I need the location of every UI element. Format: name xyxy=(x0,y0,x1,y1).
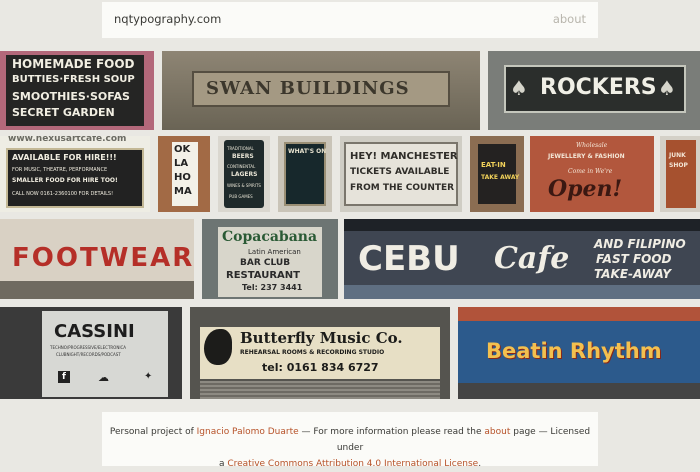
facebook-icon: f xyxy=(58,371,70,383)
photo-text: TECHNO/PROGRESSIVE/ELECTRONICA xyxy=(50,345,127,350)
photo-text: TRADITIONAL xyxy=(227,146,254,151)
photo-rockers[interactable]: ♠ ROCKERS ♠ xyxy=(488,51,700,130)
photo-text: Open! xyxy=(548,176,623,202)
photo-text: BAR CLUB xyxy=(240,258,291,268)
author-link[interactable]: Ignacio Palomo Duarte xyxy=(197,427,299,437)
photo-text: CEBU xyxy=(358,239,460,279)
footer-text: . xyxy=(478,459,482,469)
site-title-link[interactable]: nqtypography.com xyxy=(114,12,221,26)
photo-junk-shop[interactable]: JUNK SHOP xyxy=(660,136,700,212)
photo-text: HOMEMADE FOOD xyxy=(12,57,135,71)
photo-text: JEWELLERY & FASHION xyxy=(548,153,625,160)
license-link[interactable]: Creative Commons Attribution 4.0 Interna… xyxy=(227,459,478,469)
photo-text: LA xyxy=(174,158,189,169)
photo-text: OK xyxy=(174,144,191,155)
about-link[interactable]: about xyxy=(553,12,586,26)
butterfly-icon xyxy=(204,329,232,365)
photo-text: ROCKERS xyxy=(540,75,657,100)
photo-text: FOOTWEAR xyxy=(12,243,194,273)
photo-copacabana[interactable]: Copacabana Latin American BAR CLUB RESTA… xyxy=(202,219,338,299)
photo-butterfly-music[interactable]: Butterfly Music Co. REHEARSAL ROOMS & RE… xyxy=(190,307,450,399)
photo-cebu-cafe[interactable]: CEBU Cafe AND FILIPINO FAST FOOD TAKE-AW… xyxy=(344,219,700,299)
photo-text: CALL NOW 0161-2360100 FOR DETAILS! xyxy=(12,191,114,197)
photo-cassini[interactable]: CASSINI TECHNO/PROGRESSIVE/ELECTRONICA C… xyxy=(0,307,182,399)
photo-beatin-rhythm[interactable]: Beatin Rhythm xyxy=(458,307,700,399)
photo-homemade-food[interactable]: HOMEMADE FOOD BUTTIES·FRESH SOUP SMOOTHI… xyxy=(0,51,154,130)
photo-nexus-art-cafe[interactable]: www.nexusartcafe.com AVAILABLE FOR HIRE!… xyxy=(0,136,150,212)
photo-text: FROM THE COUNTER xyxy=(350,183,455,193)
photo-text: CLUBNIGHT/RECORDS/PODCAST xyxy=(56,352,121,357)
photo-text: Cafe xyxy=(494,241,570,276)
photo-eat-in[interactable]: EAT-IN TAKE AWAY xyxy=(470,136,524,212)
photo-oklahoma[interactable]: OK LA HO MA xyxy=(158,136,210,212)
footer-line-1: Personal project of Ignacio Palomo Duart… xyxy=(102,424,598,456)
photo-text: SECRET GARDEN xyxy=(12,106,115,119)
photo-footwear[interactable]: FOOTWEAR xyxy=(0,219,194,299)
photo-text: WHAT'S ON xyxy=(288,148,327,155)
photo-text: PUB GAMES xyxy=(229,194,253,199)
photo-text: Come in We're xyxy=(568,168,613,175)
photo-text: WINES & SPIRITS xyxy=(227,183,261,188)
soundcloud-icon: ☁ xyxy=(98,371,109,384)
photo-text: Butterfly Music Co. xyxy=(240,329,403,347)
photo-text: AND FILIPINO xyxy=(594,237,686,251)
photo-text: CASSINI xyxy=(54,321,135,342)
photo-text: REHEARSAL ROOMS & RECORDING STUDIO xyxy=(240,349,385,356)
footer-line-2: a Creative Commons Attribution 4.0 Inter… xyxy=(102,456,598,472)
photo-text: MA xyxy=(174,186,192,197)
photo-text: FAST FOOD xyxy=(596,252,672,266)
photo-whats-on[interactable]: WHAT'S ON xyxy=(278,136,332,212)
footer-text: — For more information please read the xyxy=(298,427,485,437)
photo-open[interactable]: Wholesale JEWELLERY & FASHION Come in We… xyxy=(530,136,654,212)
photo-text: Wholesale xyxy=(576,142,608,149)
photo-text: FOR MUSIC, THEATRE, PERFORMANCE xyxy=(12,167,108,173)
photo-text: TAKE AWAY xyxy=(481,174,520,181)
footer-about-link[interactable]: about xyxy=(484,427,510,437)
photo-text: Copacabana xyxy=(222,229,318,245)
photo-text: LAGERS xyxy=(231,171,258,178)
photo-text: Latin American xyxy=(248,248,301,256)
photo-text: JUNK xyxy=(669,152,686,159)
photo-text: AVAILABLE FOR HIRE!!! xyxy=(12,153,117,162)
photo-text: EAT-IN xyxy=(481,161,506,169)
photo-text: tel: 0161 834 6727 xyxy=(262,361,379,374)
photo-hey-manchester[interactable]: HEY! MANCHESTER TICKETS AVAILABLE FROM T… xyxy=(340,136,462,212)
photo-traditional-beers[interactable]: TRADITIONAL BEERS CONTINENTAL LAGERS WIN… xyxy=(218,136,270,212)
footer-text: Personal project of xyxy=(109,427,197,437)
photo-text: Tel: 237 3441 xyxy=(242,283,303,292)
photo-text: Beatin Rhythm xyxy=(486,339,662,363)
photo-text: SMALLER FOOD FOR HIRE TOO! xyxy=(12,177,118,184)
photo-text: BUTTIES·FRESH SOUP xyxy=(12,74,135,85)
photo-text: SMOOTHIES·SOFAS xyxy=(12,90,130,103)
photo-text: RESTAURANT xyxy=(226,270,300,281)
photo-text: BEERS xyxy=(232,153,254,160)
photo-text: CONTINENTAL xyxy=(227,164,256,169)
photo-text: TICKETS AVAILABLE xyxy=(350,167,450,177)
spade-icon: ♠ xyxy=(658,76,676,100)
site-footer: Personal project of Ignacio Palomo Duart… xyxy=(102,412,598,469)
photo-text: HO xyxy=(174,172,191,183)
photo-text: SHOP xyxy=(669,162,688,169)
photo-text: SWAN BUILDINGS xyxy=(206,78,410,99)
spade-icon: ♠ xyxy=(510,76,528,100)
site-header: nqtypography.com about xyxy=(102,2,598,38)
photo-text: www.nexusartcafe.com xyxy=(8,136,127,144)
photo-text: HEY! MANCHESTER xyxy=(350,151,458,162)
photo-text: TAKE-AWAY xyxy=(594,267,672,281)
twitter-icon: ✦ xyxy=(144,371,153,382)
photo-swan-buildings[interactable]: SWAN BUILDINGS xyxy=(162,51,480,130)
